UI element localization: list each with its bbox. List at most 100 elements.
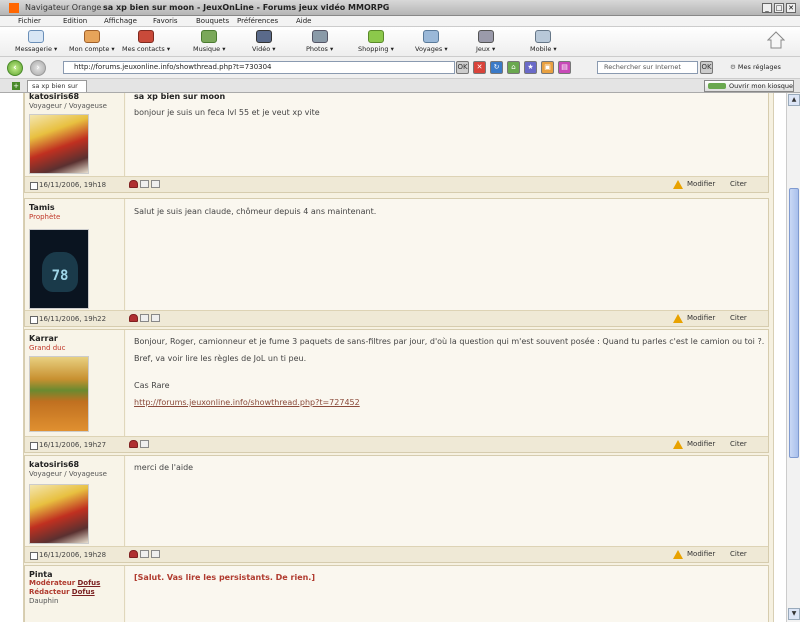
post-signature: Cas Rare bbox=[134, 381, 170, 390]
private-message-icon[interactable] bbox=[151, 314, 160, 322]
quote-button[interactable]: Citer bbox=[730, 550, 747, 558]
menu-item-bouquets[interactable]: Bouquets bbox=[196, 17, 229, 25]
maximize-icon[interactable]: □ bbox=[774, 3, 784, 13]
edit-button[interactable]: Modifier bbox=[687, 550, 715, 558]
user-profile-icon[interactable] bbox=[129, 180, 138, 188]
toolbar-jeux[interactable]: Jeux ▾ bbox=[476, 30, 495, 53]
post-date: 16/11/2006, 19h27 bbox=[29, 441, 107, 450]
user-profile-icon[interactable] bbox=[129, 440, 138, 448]
print-icon[interactable]: ▤ bbox=[558, 61, 571, 74]
post-body: [Salut. Vas lire les persistants. De rie… bbox=[126, 566, 768, 622]
editor-forum-link[interactable]: Dofus bbox=[72, 588, 95, 596]
orange-logo-icon bbox=[9, 3, 19, 13]
window-title: sa xp bien sur moon - JeuxOnLine - Forum… bbox=[103, 3, 390, 12]
toolbar-voyages[interactable]: Voyages ▾ bbox=[415, 30, 448, 53]
post-body: Bonjour, Roger, camionneur et je fume 3 … bbox=[126, 330, 768, 436]
close-icon[interactable]: ✕ bbox=[786, 3, 796, 13]
post-author-panel: katosiris68 Voyageur / Voyageuse bbox=[25, 93, 125, 176]
report-warning-icon[interactable] bbox=[673, 440, 683, 449]
new-tab-plus-icon[interactable]: + bbox=[12, 82, 20, 90]
profile-card-icon[interactable] bbox=[140, 314, 149, 322]
vertical-scrollbar[interactable]: ▲ ▼ bbox=[786, 93, 800, 622]
forum-post: Karrar Grand duc Bonjour, Roger, camionn… bbox=[24, 329, 769, 453]
menu-item-favoris[interactable]: Favoris bbox=[153, 17, 178, 25]
menu-item-aide[interactable]: Aide bbox=[296, 17, 311, 25]
home-icon[interactable] bbox=[766, 31, 786, 49]
post-author-name[interactable]: katosiris68 bbox=[29, 460, 79, 469]
scroll-up-icon[interactable]: ▲ bbox=[788, 94, 800, 106]
profile-card-icon[interactable] bbox=[140, 180, 149, 188]
post-author-name[interactable]: katosiris68 bbox=[29, 93, 79, 101]
back-arrow-icon[interactable]: ‹ bbox=[7, 60, 23, 76]
toolbar-mobile[interactable]: Mobile ▾ bbox=[530, 30, 557, 53]
toolbar-photos[interactable]: Photos ▾ bbox=[306, 30, 333, 53]
burger-avatar bbox=[29, 356, 89, 432]
user-account-icon bbox=[83, 30, 100, 43]
home-button-icon[interactable]: ⌂ bbox=[507, 61, 520, 74]
kiosque-button[interactable]: Ouvrir mon kiosque bbox=[704, 80, 794, 92]
address-bar[interactable]: http://forums.jeuxonline.info/showthread… bbox=[63, 61, 455, 74]
menu-item-affichage[interactable]: Affichage bbox=[104, 17, 137, 25]
quote-button[interactable]: Citer bbox=[730, 314, 747, 322]
private-message-icon[interactable] bbox=[151, 550, 160, 558]
post-author-rank: Grand duc bbox=[29, 344, 66, 352]
forward-arrow-icon[interactable]: › bbox=[30, 60, 46, 76]
edit-button[interactable]: Modifier bbox=[687, 440, 715, 448]
search-input[interactable]: Rechercher sur Internet bbox=[597, 61, 698, 74]
toolbar-messagerie[interactable]: Messagerie ▾ bbox=[15, 30, 57, 53]
post-date: 16/11/2006, 19h18 bbox=[29, 181, 107, 190]
profile-card-icon[interactable] bbox=[140, 440, 149, 448]
menu-item-preferences[interactable]: Préférences bbox=[237, 17, 278, 25]
post-date: 16/11/2006, 19h22 bbox=[29, 315, 107, 324]
scrollbar-thumb[interactable] bbox=[789, 188, 799, 458]
lock-icon[interactable]: ▣ bbox=[541, 61, 554, 74]
scroll-down-icon[interactable]: ▼ bbox=[788, 608, 800, 620]
gear-icon: ⚙ bbox=[730, 63, 736, 71]
forum-thread: katosiris68 Voyageur / Voyageuse sa xp b… bbox=[23, 93, 774, 622]
toolbar-shopping[interactable]: Shopping ▾ bbox=[358, 30, 394, 53]
go-button[interactable]: OK bbox=[456, 61, 469, 74]
navigation-bar: ‹ › http://forums.jeuxonline.info/showth… bbox=[0, 57, 800, 79]
report-warning-icon[interactable] bbox=[673, 180, 683, 189]
quote-button[interactable]: Citer bbox=[730, 440, 747, 448]
post-text: bonjour je suis un feca lvl 55 et je veu… bbox=[134, 108, 320, 117]
report-warning-icon[interactable] bbox=[673, 550, 683, 559]
private-message-icon[interactable] bbox=[151, 180, 160, 188]
post-author-name[interactable]: Karrar bbox=[29, 334, 58, 343]
number-78-avatar: 78 bbox=[29, 229, 89, 309]
post-text: Salut je suis jean claude, chômeur depui… bbox=[134, 207, 377, 216]
post-author-name[interactable]: Pinta bbox=[29, 570, 53, 579]
toolbar-mes-contacts[interactable]: Mes contacts ▾ bbox=[122, 30, 170, 53]
quote-button[interactable]: Citer bbox=[730, 180, 747, 188]
settings-button[interactable]: ⚙ Mes réglages bbox=[730, 63, 781, 71]
post-date: 16/11/2006, 19h28 bbox=[29, 551, 107, 560]
envelope-icon bbox=[28, 30, 45, 43]
menu-item-edition[interactable]: Edition bbox=[63, 17, 87, 25]
post-text: merci de l'aide bbox=[134, 463, 194, 472]
edit-button[interactable]: Modifier bbox=[687, 314, 715, 322]
report-warning-icon[interactable] bbox=[673, 314, 683, 323]
tab-active[interactable]: sa xp bien sur ... bbox=[27, 80, 87, 101]
moderator-forum-link[interactable]: Dofus bbox=[77, 579, 100, 587]
post-author-panel: katosiris68 Voyageur / Voyageuse bbox=[25, 456, 125, 546]
edit-button[interactable]: Modifier bbox=[687, 180, 715, 188]
toolbar-mon-compte[interactable]: Mon compte ▾ bbox=[69, 30, 115, 53]
user-profile-icon[interactable] bbox=[129, 550, 138, 558]
bookmarks-icon[interactable]: ★ bbox=[524, 61, 537, 74]
post-author-rank: Prophète bbox=[29, 213, 61, 221]
toolbar-musique[interactable]: Musique ▾ bbox=[193, 30, 226, 53]
user-profile-icon[interactable] bbox=[129, 314, 138, 322]
menu-item-fichier[interactable]: Fichier bbox=[18, 17, 41, 25]
forum-post: katosiris68 Voyageur / Voyageuse sa xp b… bbox=[24, 93, 769, 193]
search-button[interactable]: OK bbox=[700, 61, 713, 74]
post-title: sa xp bien sur moon bbox=[134, 93, 226, 101]
post-author-name[interactable]: Tamis bbox=[29, 203, 55, 212]
music-icon bbox=[201, 30, 218, 43]
post-author-panel: Pinta Modérateur Dofus Rédacteur Dofus D… bbox=[25, 566, 125, 622]
profile-card-icon[interactable] bbox=[140, 550, 149, 558]
toolbar-video[interactable]: Vidéo ▾ bbox=[252, 30, 276, 53]
minimize-icon[interactable]: _ bbox=[762, 3, 772, 13]
post-link[interactable]: http://forums.jeuxonline.info/showthread… bbox=[134, 398, 360, 407]
stop-icon[interactable]: ✕ bbox=[473, 61, 486, 74]
refresh-icon[interactable]: ↻ bbox=[490, 61, 503, 74]
